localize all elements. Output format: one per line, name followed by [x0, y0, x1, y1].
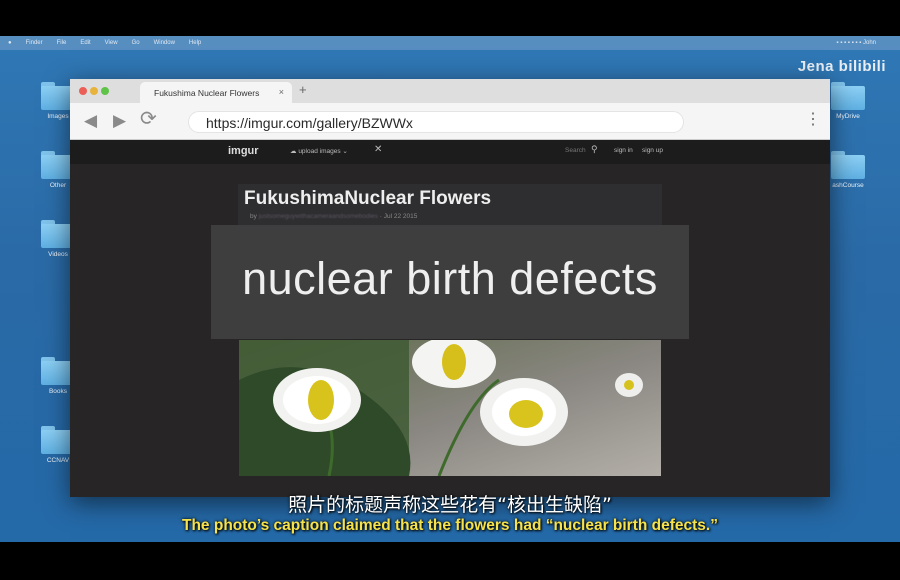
post-date: Jul 22 2015	[383, 213, 418, 220]
caption-overlay: nuclear birth defects	[211, 225, 689, 339]
address-bar[interactable]: https://imgur.com/gallery/BZWWx	[188, 111, 684, 133]
back-arrow-icon[interactable]: ◀	[84, 111, 97, 131]
menu-item-finder[interactable]: Finder	[26, 40, 43, 46]
post-meta: by justsomeguywithacameraandsomebodies ·…	[250, 213, 417, 220]
bilibili-watermark: Jena bilibili	[797, 58, 886, 75]
imgur-logo[interactable]: imgur	[228, 145, 259, 157]
close-tab-icon[interactable]: ×	[279, 87, 284, 97]
post-author-link[interactable]: justsomeguywithacameraandsomebodies	[259, 213, 378, 220]
more-menu-icon[interactable]: ⋮	[805, 111, 821, 129]
menu-item-view[interactable]: View	[105, 40, 118, 46]
imgur-navbar: imgur ☁ upload images ⌄ ✕ Search ⚲ sign …	[70, 140, 830, 164]
browser-tab-active[interactable]: Fukushima Nuclear Flowers ×	[140, 82, 292, 103]
apple-menu-icon[interactable]: ●	[8, 40, 12, 46]
menu-item-help[interactable]: Help	[189, 40, 201, 46]
subtitle-english: The photo’s caption claimed that the flo…	[182, 517, 718, 534]
folder-icon	[831, 82, 865, 110]
browser-toolbar: ◀ ▶ ⟳ https://imgur.com/gallery/BZWWx ⋮	[70, 103, 830, 140]
sign-up-link[interactable]: sign up	[642, 147, 663, 154]
upload-images-label: upload images	[298, 148, 341, 155]
letterbox-top	[0, 0, 900, 36]
subtitle-chinese: 照片的标题声称这些花有“核出生缺陷”	[288, 494, 612, 516]
tab-title: Fukushima Nuclear Flowers	[154, 88, 260, 98]
menu-item-edit[interactable]: Edit	[80, 40, 90, 46]
upload-images-button[interactable]: ☁ upload images ⌄	[290, 147, 348, 155]
menu-status-area: ▪ ▪ ▪ ▪ ▪ ▪ ▪ John	[836, 40, 876, 46]
sign-in-link[interactable]: sign in	[614, 147, 633, 154]
close-window-icon[interactable]	[79, 87, 87, 95]
minimize-window-icon[interactable]	[90, 87, 98, 95]
post-meta-by: by	[250, 213, 257, 220]
menu-item-go[interactable]: Go	[132, 40, 140, 46]
maximize-window-icon[interactable]	[101, 87, 109, 95]
menu-item-window[interactable]: Window	[154, 40, 175, 46]
post-title-part-1: Fukushima	[244, 188, 345, 209]
search-icon[interactable]: ⚲	[591, 144, 598, 155]
new-tab-button[interactable]: +	[299, 82, 307, 97]
reload-icon[interactable]: ⟳	[140, 109, 157, 129]
forward-arrow-icon[interactable]: ▶	[113, 111, 126, 131]
post-title: FukushimaNuclear Flowers	[244, 188, 491, 210]
caption-overlay-text: nuclear birth defects	[242, 253, 658, 304]
post-photo[interactable]	[239, 340, 661, 476]
menu-bar: ● Finder File Edit View Go Window Help ▪…	[0, 36, 900, 50]
letterbox-bottom	[0, 542, 900, 580]
chevron-down-icon: ⌄	[342, 148, 348, 155]
cloud-upload-icon: ☁	[290, 148, 297, 155]
post-header: FukushimaNuclear Flowers by justsomeguyw…	[238, 184, 662, 230]
folder-icon	[831, 151, 865, 179]
post-title-part-2: Nuclear Flowers	[344, 188, 492, 209]
tab-bar: Fukushima Nuclear Flowers × +	[70, 79, 830, 103]
shuffle-icon[interactable]: ✕	[374, 144, 382, 155]
search-input[interactable]: Search	[565, 147, 586, 154]
daisy-photo-image	[239, 340, 661, 476]
menu-item-file[interactable]: File	[57, 40, 67, 46]
